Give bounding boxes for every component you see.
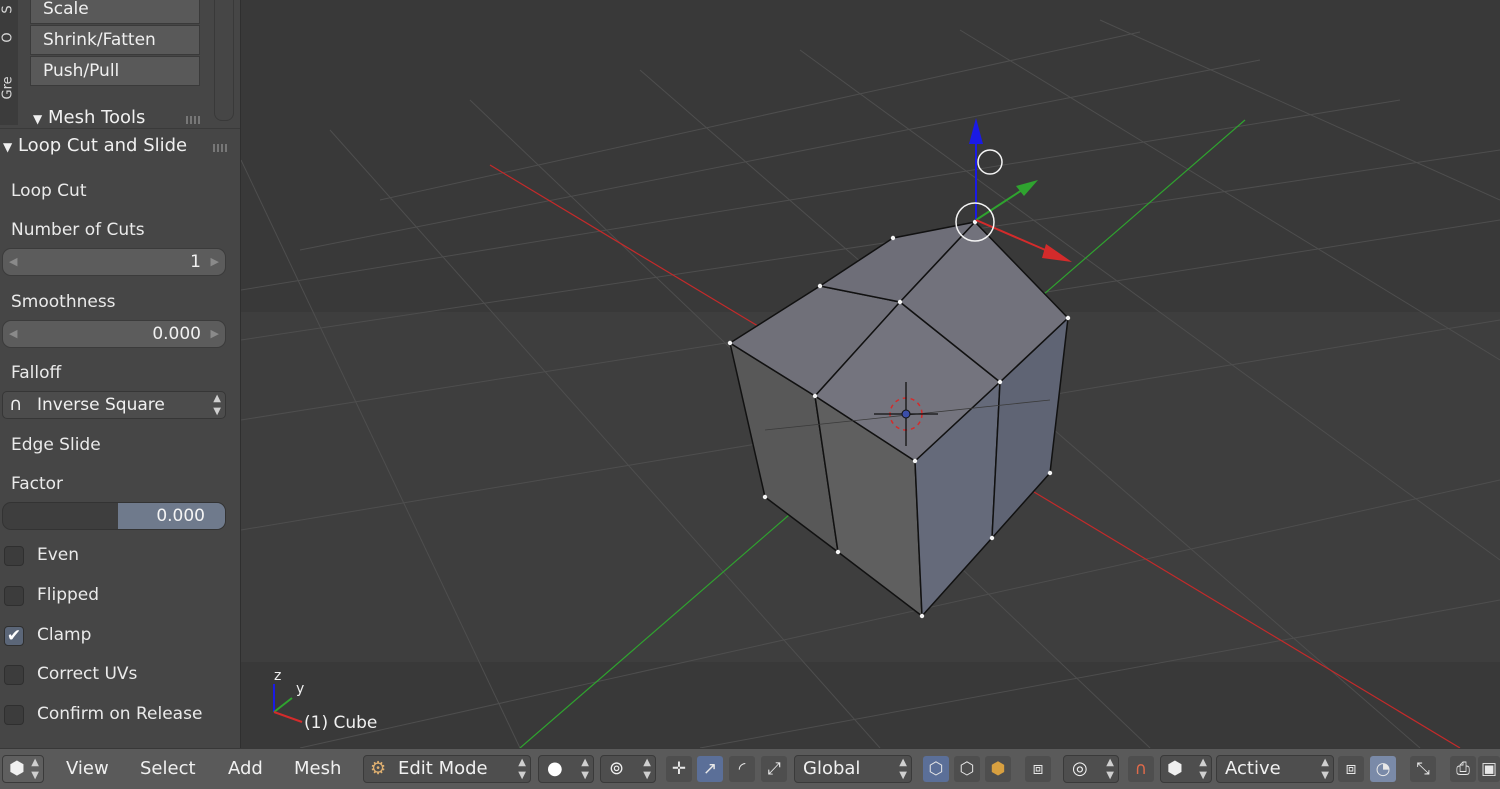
- panel-grip-icon[interactable]: [186, 116, 202, 124]
- increment-arrow-icon[interactable]: ▶: [211, 321, 219, 347]
- clamp-label: Clamp: [37, 625, 92, 645]
- push-pull-button[interactable]: Push/Pull: [30, 56, 200, 86]
- 3d-view-header: ⬢ ▲ ▼ View Select Add Mesh ⚙ Edit Mode ▲ ▼…: [0, 748, 1500, 789]
- edge-select-mode-icon[interactable]: ⬡: [954, 756, 980, 782]
- up-down-arrows-icon: ▲ ▼: [1106, 757, 1114, 781]
- menu-view[interactable]: View: [66, 749, 109, 789]
- clamp-checkbox[interactable]: ✔: [4, 626, 24, 646]
- number-of-cuts-field[interactable]: ◀ 1 ▶: [2, 248, 226, 276]
- face-select-mode-icon[interactable]: ⬢: [985, 756, 1011, 782]
- up-down-arrows-icon: ▲ ▼: [213, 393, 221, 417]
- flipped-label: Flipped: [37, 585, 100, 605]
- confirm-on-release-label: Confirm on Release: [37, 704, 203, 724]
- solid-shading-icon: ●: [547, 758, 563, 779]
- proportional-editing-icon: ◎: [1072, 758, 1088, 779]
- manipulator-toggle-icon[interactable]: ✛: [666, 756, 692, 782]
- axis-y-label: y: [296, 681, 305, 697]
- number-of-cuts-label: Number of Cuts: [11, 220, 145, 240]
- factor-label: Factor: [11, 474, 64, 494]
- 3d-viewport[interactable]: z y (1) Cube: [241, 0, 1500, 748]
- snap-options-icon[interactable]: ⧈: [1338, 756, 1364, 782]
- editor-type-button[interactable]: ⬢ ▲ ▼: [2, 755, 44, 783]
- limit-selection-visible-icon[interactable]: ⧈: [1025, 756, 1051, 782]
- triangle-down-icon: ▼: [33, 112, 43, 126]
- render-animation-icon[interactable]: ▣: [1478, 756, 1500, 782]
- vertex-select-mode-icon[interactable]: ⬡: [923, 756, 949, 782]
- panel-grip-icon[interactable]: [213, 144, 229, 152]
- tools-panel-frame: [214, 0, 234, 121]
- pivot-point-icon: ⊚: [609, 758, 625, 779]
- up-down-arrows-icon: ▲ ▼: [581, 757, 589, 781]
- up-down-arrows-icon: ▲ ▼: [31, 757, 39, 781]
- factor-slider[interactable]: 0.000: [2, 502, 226, 530]
- checkmark-icon: ✔: [6, 626, 22, 646]
- smoothness-field[interactable]: ◀ 0.000 ▶: [2, 320, 226, 348]
- edge-slide-label: Edge Slide: [11, 435, 101, 455]
- tab-grease-pencil[interactable]: Gre: [1, 76, 16, 99]
- scale-manipulator-icon[interactable]: ⤢: [761, 756, 787, 782]
- divider: [0, 128, 240, 129]
- axis-z-label: z: [274, 668, 282, 684]
- even-label: Even: [37, 545, 80, 565]
- correct-uvs-label: Correct UVs: [37, 664, 138, 684]
- snap-element-icon: ⬢: [1167, 758, 1183, 779]
- decrement-arrow-icon[interactable]: ◀: [9, 321, 17, 347]
- up-down-arrows-icon: ▲ ▼: [1199, 757, 1207, 781]
- mesh-tools-header[interactable]: ▼ Mesh Tools: [33, 107, 145, 128]
- shrink-fatten-button[interactable]: Shrink/Fatten: [30, 25, 200, 55]
- transform-orientation-select[interactable]: Global ▲ ▼: [794, 755, 912, 783]
- menu-add[interactable]: Add: [228, 749, 263, 789]
- falloff-label: Falloff: [11, 363, 62, 383]
- proportional-editing-select[interactable]: ◎ ▲ ▼: [1063, 755, 1119, 783]
- falloff-select[interactable]: ∩ Inverse Square ▲ ▼: [2, 391, 226, 419]
- correct-uvs-checkbox[interactable]: [4, 665, 24, 685]
- triangle-down-icon: ▼: [3, 140, 13, 154]
- up-down-arrows-icon: ▲ ▼: [899, 757, 907, 781]
- object-name-label: (1) Cube: [304, 713, 378, 733]
- loop-cut-label: Loop Cut: [11, 181, 87, 201]
- opengl-render-icon[interactable]: ⤡: [1410, 756, 1436, 782]
- menu-mesh[interactable]: Mesh: [294, 749, 341, 789]
- render-camera-icon[interactable]: ⎙: [1450, 756, 1476, 782]
- snap-project-icon[interactable]: ◔: [1370, 756, 1396, 782]
- snap-magnet-icon[interactable]: ∩: [1128, 756, 1154, 782]
- decrement-arrow-icon[interactable]: ◀: [9, 249, 17, 275]
- scale-button[interactable]: Scale: [30, 0, 200, 24]
- pivot-point-select[interactable]: ⊚ ▲ ▼: [600, 755, 656, 783]
- loop-cut-slide-header[interactable]: ▼ Loop Cut and Slide: [3, 135, 187, 156]
- mode-select[interactable]: ⚙ Edit Mode ▲ ▼: [363, 755, 531, 783]
- edit-mode-icon: ⚙: [370, 758, 387, 779]
- tab-tools[interactable]: S: [1, 2, 16, 18]
- snap-target-select[interactable]: Active ▲ ▼: [1216, 755, 1334, 783]
- even-checkbox[interactable]: [4, 546, 24, 566]
- translate-manipulator-icon[interactable]: ↗: [697, 756, 723, 782]
- increment-arrow-icon[interactable]: ▶: [211, 249, 219, 275]
- inverse-square-curve-icon: ∩: [9, 394, 23, 415]
- up-down-arrows-icon: ▲ ▼: [1321, 757, 1329, 781]
- menu-select[interactable]: Select: [140, 749, 196, 789]
- viewport-canvas[interactable]: [241, 0, 1500, 748]
- tab-options[interactable]: O: [1, 30, 16, 46]
- smoothness-label: Smoothness: [11, 292, 116, 312]
- confirm-on-release-checkbox[interactable]: [4, 705, 24, 725]
- rotate-manipulator-icon[interactable]: ◜: [729, 756, 755, 782]
- tool-shelf-tabs: S O Gre: [0, 0, 18, 125]
- up-down-arrows-icon: ▲ ▼: [643, 757, 651, 781]
- viewport-shading-select[interactable]: ● ▲ ▼: [538, 755, 594, 783]
- tool-shelf: S O Gre Scale Shrink/Fatten Push/Pull ▼ …: [0, 0, 241, 748]
- 3d-view-cube-icon: ⬢: [9, 758, 25, 779]
- flipped-checkbox[interactable]: [4, 586, 24, 606]
- snap-element-select[interactable]: ⬢ ▲ ▼: [1160, 755, 1212, 783]
- up-down-arrows-icon: ▲ ▼: [518, 757, 526, 781]
